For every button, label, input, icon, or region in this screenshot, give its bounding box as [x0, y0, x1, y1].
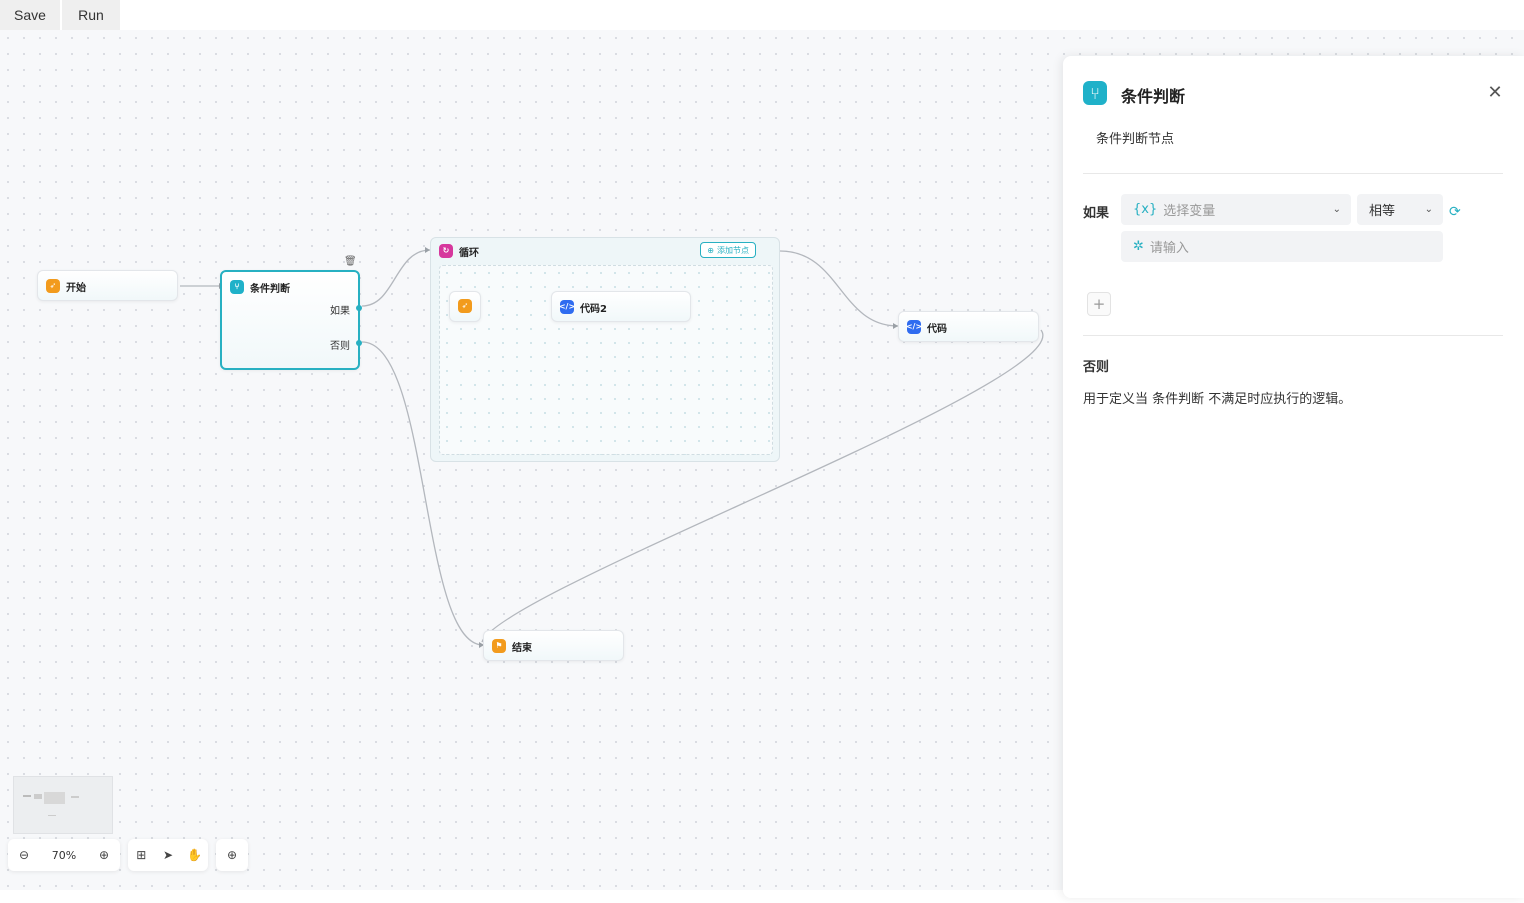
node-end[interactable]: ⚑ 结束: [483, 630, 624, 661]
minimap[interactable]: [13, 776, 113, 834]
zoom-level[interactable]: 70%: [35, 849, 93, 862]
minimap-node: [71, 796, 79, 798]
value-input[interactable]: ✲ 请输入: [1121, 231, 1443, 262]
node-loop-title: 循环: [459, 247, 479, 259]
chevron-down-icon: ⌄: [1332, 204, 1341, 215]
node-start[interactable]: ➶ 开始: [37, 270, 178, 301]
divider: [1083, 173, 1503, 174]
add-condition-button[interactable]: +: [1087, 292, 1111, 316]
flag-icon: ⚑: [492, 639, 506, 653]
node-condition[interactable]: ⑂ 条件判断 如果 否则: [220, 270, 362, 370]
trash-icon[interactable]: 🗑: [344, 256, 357, 267]
zoom-controls: ⊖ 70% ⊕: [8, 839, 120, 871]
value-placeholder: 请输入: [1149, 241, 1189, 256]
else-description: 用于定义当 条件判断 不满足时应执行的逻辑。: [1083, 392, 1352, 407]
branch-else-label: 否则: [330, 341, 350, 352]
variable-placeholder: 选择变量: [1163, 204, 1216, 219]
minimap-node: [48, 815, 56, 816]
pointer-icon[interactable]: ➤: [157, 844, 179, 866]
zoom-out-icon[interactable]: ⊖: [13, 844, 35, 866]
operator-value: 相等: [1369, 204, 1396, 219]
grid-layout-icon[interactable]: ⊞: [130, 844, 152, 866]
node-code-title: 代码: [927, 323, 947, 335]
run-button[interactable]: Run: [62, 0, 120, 30]
rocket-icon: ➶: [46, 279, 60, 293]
node-code2[interactable]: </> 代码2: [551, 291, 691, 322]
node-end-title: 结束: [512, 642, 532, 654]
node-loop[interactable]: ↻ 循环 ⊕ 添加节点: [430, 237, 780, 462]
add-node-button[interactable]: ⊕ 添加节点: [700, 242, 756, 258]
chevron-down-icon: ⌄: [1424, 204, 1433, 215]
refresh-icon[interactable]: ⟳: [1449, 204, 1461, 220]
node-loop-header: ↻ 循环: [439, 243, 479, 259]
node-condition-header: ⑂ 条件判断: [230, 279, 290, 295]
plus-circle-icon: ⊕: [707, 245, 714, 255]
sparkle-icon: ✲: [1133, 239, 1144, 254]
minimap-node: [44, 792, 65, 804]
top-toolbar: Save Run: [0, 0, 1524, 30]
minimap-node: [34, 794, 42, 799]
add-controls: ⊕: [216, 839, 248, 871]
node-code2-title: 代码2: [580, 303, 607, 315]
node-code2-header: </> 代码2: [559, 299, 607, 315]
operator-select[interactable]: 相等 ⌄: [1357, 194, 1443, 225]
zoom-in-icon[interactable]: ⊕: [93, 844, 115, 866]
branch-icon: ⑂: [1083, 81, 1107, 105]
hand-icon[interactable]: ✋: [184, 844, 206, 866]
if-label: 如果: [1083, 206, 1110, 221]
save-button[interactable]: Save: [0, 0, 60, 30]
node-start-header: ➶ 开始: [46, 278, 86, 294]
node-end-header: ⚑ 结束: [492, 638, 532, 654]
minimap-node: [23, 795, 31, 797]
divider: [1083, 335, 1503, 336]
properties-panel: ⑂ 条件判断 ✕ 条件判断节点 如果 {x} 选择变量 ⌄ 相等 ⌄ ⟳ ✲ 请…: [1063, 56, 1524, 898]
port-if[interactable]: [356, 305, 362, 311]
panel-title: 条件判断: [1121, 87, 1186, 106]
tool-controls: ⊞ ➤ ✋: [128, 839, 208, 871]
node-code-header: </> 代码: [906, 319, 947, 335]
rocket-icon: ➶: [458, 299, 472, 313]
code-icon: </>: [559, 300, 575, 314]
node-code[interactable]: </> 代码: [898, 311, 1039, 342]
port-else[interactable]: [356, 340, 362, 346]
add-circle-icon[interactable]: ⊕: [221, 844, 243, 866]
panel-description: 条件判断节点: [1096, 132, 1175, 147]
node-loop-start[interactable]: ➶: [449, 291, 481, 322]
add-node-label: 添加节点: [717, 245, 749, 255]
branch-icon: ⑂: [230, 280, 244, 294]
node-start-title: 开始: [66, 282, 86, 294]
else-title: 否则: [1083, 360, 1110, 375]
branch-if-label: 如果: [330, 306, 350, 317]
variable-icon: {x}: [1133, 202, 1158, 217]
node-condition-title: 条件判断: [250, 283, 290, 295]
variable-select[interactable]: {x} 选择变量 ⌄: [1121, 194, 1351, 225]
code-icon: </>: [906, 320, 922, 334]
loop-icon: ↻: [439, 244, 453, 258]
close-icon[interactable]: ✕: [1486, 82, 1504, 103]
